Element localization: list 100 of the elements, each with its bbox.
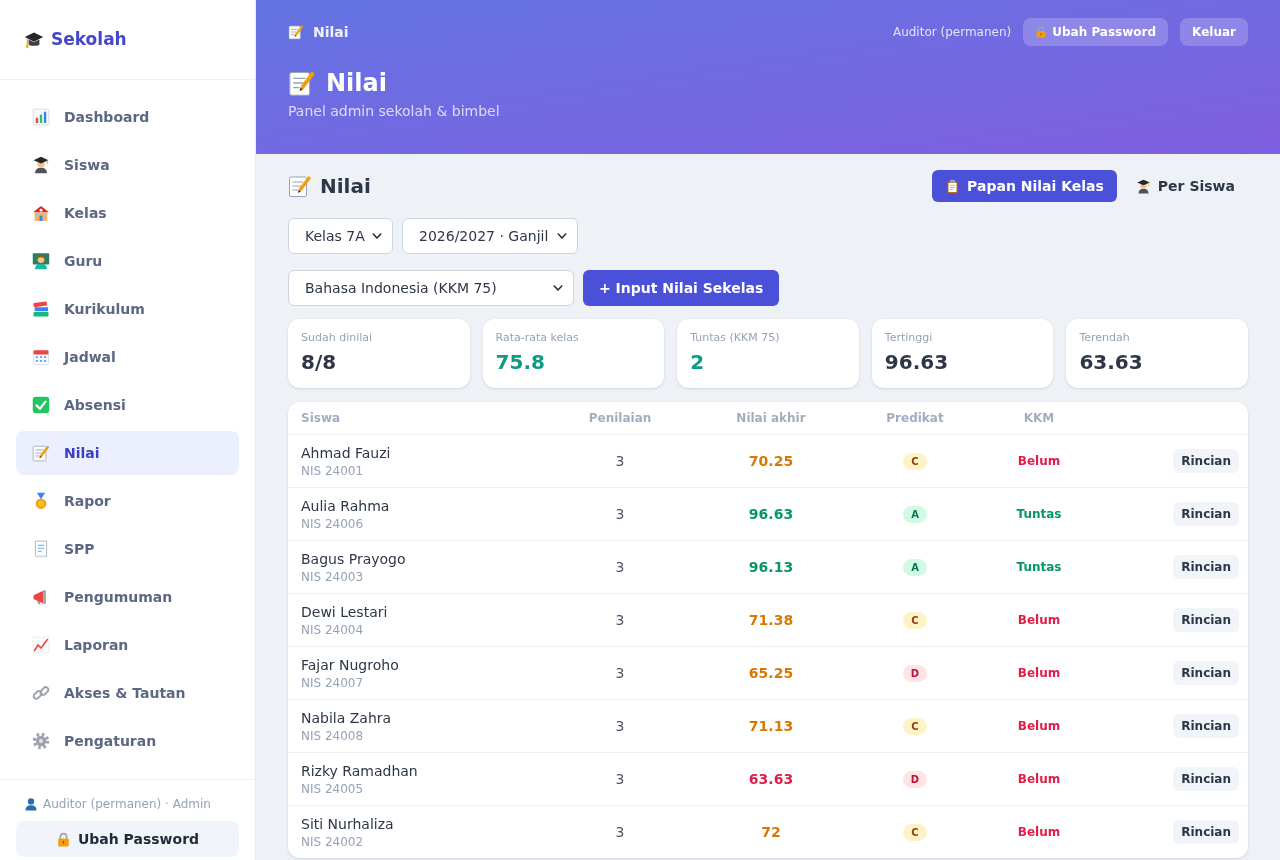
logo-text: Sekolah xyxy=(51,27,127,51)
books-icon xyxy=(32,300,50,318)
kkm-status: Belum xyxy=(1016,612,1062,629)
student-name: Bagus Prayogo xyxy=(301,549,407,568)
student-id: NIS 24004 xyxy=(301,621,365,638)
stat-value: 96.63 xyxy=(884,349,950,375)
sidebar-item[interactable]: Siswa xyxy=(16,143,239,187)
details-button[interactable]: Rincian xyxy=(1173,714,1239,738)
final-score: 96.13 xyxy=(747,557,795,577)
final-score: 65.25 xyxy=(747,663,795,683)
gear-icon xyxy=(32,732,50,750)
final-score: 63.63 xyxy=(747,769,795,789)
grade-badge: C xyxy=(903,452,927,470)
sidebar-item[interactable]: Jadwal xyxy=(16,335,239,379)
change-password-button[interactable]: Ubah Password xyxy=(16,821,239,857)
view-tab[interactable]: Papan Nilai Kelas xyxy=(932,170,1117,202)
sidebar-item[interactable]: Absensi xyxy=(16,383,239,427)
assessment-count: 3 xyxy=(614,769,626,789)
link-icon xyxy=(32,684,50,702)
details-button[interactable]: Rincian xyxy=(1173,449,1239,473)
column-header: Penilaian xyxy=(587,410,653,427)
stat-label: Sudah dinilai xyxy=(301,331,374,345)
student-icon xyxy=(32,156,50,174)
sidebar-item[interactable]: Pengaturan xyxy=(16,719,239,763)
student-id: NIS 24006 xyxy=(301,515,365,532)
grade-badge: D xyxy=(903,770,927,788)
details-button[interactable]: Rincian xyxy=(1173,555,1239,579)
details-button[interactable]: Rincian xyxy=(1173,661,1239,685)
assessment-count: 3 xyxy=(614,822,626,842)
student-id: NIS 24001 xyxy=(301,462,365,479)
sidebar-item[interactable]: Dashboard xyxy=(16,95,239,139)
stat-label: Rata-rata kelas xyxy=(495,331,580,345)
kkm-status: Belum xyxy=(1016,718,1062,735)
assessment-count: 3 xyxy=(614,451,626,471)
breadcrumb: Nilai xyxy=(313,22,349,42)
kkm-status: Belum xyxy=(1016,453,1062,470)
sidebar-item[interactable]: Guru xyxy=(16,239,239,283)
chevron-down-icon xyxy=(557,231,567,241)
lock-icon xyxy=(55,831,71,847)
final-score: 71.38 xyxy=(747,610,795,630)
stat-value: 75.8 xyxy=(495,349,546,375)
assessment-count: 3 xyxy=(614,610,626,630)
details-button[interactable]: Rincian xyxy=(1173,767,1239,791)
details-button[interactable]: Rincian xyxy=(1173,502,1239,526)
student-name: Fajar Nugroho xyxy=(301,655,400,674)
grade-badge: D xyxy=(903,664,927,682)
sidebar-item[interactable]: Pengumuman xyxy=(16,575,239,619)
note-pencil-icon xyxy=(288,69,316,97)
final-score: 71.13 xyxy=(747,716,795,736)
sidebar-item[interactable]: Kelas xyxy=(16,191,239,235)
student-id: NIS 24008 xyxy=(301,727,365,744)
term-select[interactable]: 2026/2027 · Ganjil xyxy=(402,218,578,254)
change-password-button[interactable]: Ubah Password xyxy=(1023,18,1169,46)
student-icon xyxy=(1135,178,1151,194)
details-button[interactable]: Rincian xyxy=(1173,608,1239,632)
column-header: Siswa xyxy=(300,410,342,427)
view-tab[interactable]: Per Siswa xyxy=(1122,170,1248,202)
sidebar-item[interactable]: Nilai xyxy=(16,431,239,475)
user-role-label: Auditor (permanen) · Admin xyxy=(43,796,211,812)
note-pencil-icon xyxy=(288,24,304,40)
sidebar-item[interactable]: Rapor xyxy=(16,479,239,523)
input-grades-button[interactable]: + Input Nilai Sekelas xyxy=(583,270,780,306)
grade-badge: C xyxy=(903,611,927,629)
lock-icon xyxy=(1035,26,1048,38)
sidebar-item[interactable]: Laporan xyxy=(16,623,239,667)
logout-button[interactable]: Keluar xyxy=(1180,18,1248,46)
user-name: Auditor (permanen) xyxy=(892,24,1012,41)
kkm-status: Belum xyxy=(1016,824,1062,841)
final-score: 72 xyxy=(760,822,782,842)
receipt-icon xyxy=(32,540,50,558)
calendar-icon xyxy=(32,348,50,366)
grade-badge: A xyxy=(903,505,927,523)
chevron-down-icon xyxy=(553,283,563,293)
user-icon xyxy=(24,797,38,811)
stat-value: 2 xyxy=(690,349,706,375)
column-header: KKM xyxy=(1022,410,1056,427)
subject-select[interactable]: Bahasa Indonesia (KKM 75) xyxy=(288,270,574,306)
note-pencil-icon xyxy=(288,174,312,198)
school-building-icon xyxy=(32,204,50,222)
kkm-status: Belum xyxy=(1016,771,1062,788)
student-id: NIS 24005 xyxy=(301,780,365,797)
grade-badge: C xyxy=(903,717,927,735)
details-button[interactable]: Rincian xyxy=(1173,820,1239,844)
column-header: Nilai akhir xyxy=(735,410,807,427)
stat-label: Tuntas (KKM 75) xyxy=(690,331,781,345)
student-name: Rizky Ramadhan xyxy=(301,761,419,780)
final-score: 96.63 xyxy=(747,504,795,524)
sidebar-item[interactable]: Kurikulum xyxy=(16,287,239,331)
student-name: Siti Nurhaliza xyxy=(301,814,395,833)
student-id: NIS 24002 xyxy=(301,833,365,850)
assessment-count: 3 xyxy=(614,557,626,577)
kkm-status: Tuntas xyxy=(1015,559,1063,576)
grade-badge: A xyxy=(903,558,927,576)
class-select[interactable]: Kelas 7A xyxy=(288,218,393,254)
sidebar-item[interactable]: Akses & Tautan xyxy=(16,671,239,715)
final-score: 70.25 xyxy=(747,451,795,471)
stat-label: Terendah xyxy=(1079,331,1131,345)
sidebar-item[interactable]: SPP xyxy=(16,527,239,571)
student-name: Aulia Rahma xyxy=(301,496,391,515)
assessment-count: 3 xyxy=(614,716,626,736)
